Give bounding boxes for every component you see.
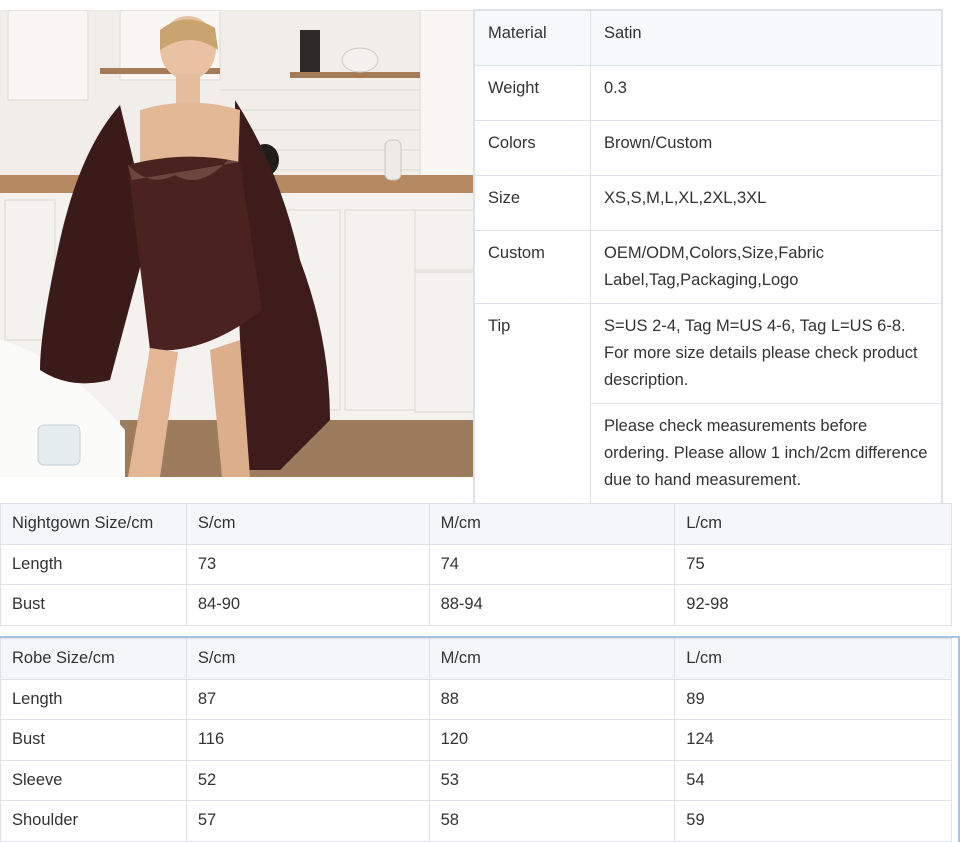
spec-value: Brown/Custom xyxy=(590,120,942,176)
table-cell: 84-90 xyxy=(185,584,430,626)
table-cell: 87 xyxy=(185,678,430,720)
column-header: S/cm xyxy=(185,503,430,545)
spec-value: OEM/ODM,Colors,Size,Fabric Label,Tag,Pac… xyxy=(590,230,942,304)
nightgown-size-table: Nightgown Size/cm S/cm M/cm L/cm Length … xyxy=(0,503,952,626)
spec-row-material: Material Satin xyxy=(474,10,942,66)
product-spec-table: Material Satin Weight 0.3 Colors Brown/C… xyxy=(474,10,942,504)
spec-value: Please check measurements before orderin… xyxy=(590,403,942,504)
spec-row-custom: Custom OEM/ODM,Colors,Size,Fabric Label,… xyxy=(474,230,942,304)
table-cell: 124 xyxy=(674,719,952,761)
row-label: Length xyxy=(0,543,187,585)
table-cell: 53 xyxy=(428,759,676,801)
spec-value: XS,S,M,L,XL,2XL,3XL xyxy=(590,175,942,231)
spec-row-colors: Colors Brown/Custom xyxy=(474,120,942,176)
spec-row-weight: Weight 0.3 xyxy=(474,65,942,121)
table-cell: 54 xyxy=(674,759,952,801)
robe-size-table: Robe Size/cm S/cm M/cm L/cm Length 87 88… xyxy=(0,638,952,842)
row-label: Shoulder xyxy=(0,800,187,842)
table-row: Shoulder 57 58 59 xyxy=(0,800,952,842)
row-label: Sleeve xyxy=(0,759,187,801)
spec-label: Size xyxy=(474,175,591,231)
spec-label: Weight xyxy=(474,65,591,121)
table-row: Bust 84-90 88-94 92-98 xyxy=(0,584,952,626)
spec-row-tip: Tip S=US 2-4, Tag M=US 4-6, Tag L=US 6-8… xyxy=(474,303,942,504)
product-photo xyxy=(0,10,474,477)
column-header: S/cm xyxy=(185,638,430,680)
table-row: Sleeve 52 53 54 xyxy=(0,759,952,801)
table-cell: 89 xyxy=(674,678,952,720)
product-top-section: Material Satin Weight 0.3 Colors Brown/C… xyxy=(0,0,960,504)
product-photo-illustration xyxy=(0,10,474,477)
table-header-row: Robe Size/cm S/cm M/cm L/cm xyxy=(0,638,952,680)
table-cell: 88 xyxy=(428,678,676,720)
spec-label: Custom xyxy=(474,230,591,304)
column-header: M/cm xyxy=(428,503,676,545)
spec-label: Colors xyxy=(474,120,591,176)
table-cell: 52 xyxy=(185,759,430,801)
column-header: Nightgown Size/cm xyxy=(0,503,187,545)
spec-value: Satin xyxy=(590,10,942,66)
spec-label: Material xyxy=(474,10,591,66)
row-label: Bust xyxy=(0,584,187,626)
spec-label: Tip xyxy=(474,303,591,504)
table-cell: 59 xyxy=(674,800,952,842)
table-cell: 74 xyxy=(428,543,676,585)
table-header-row: Nightgown Size/cm S/cm M/cm L/cm xyxy=(0,503,952,545)
table-cell: 57 xyxy=(185,800,430,842)
column-header: L/cm xyxy=(674,503,952,545)
table-row: Length 73 74 75 xyxy=(0,543,952,585)
table-row: Length 87 88 89 xyxy=(0,678,952,720)
table-cell: 116 xyxy=(185,719,430,761)
table-cell: 75 xyxy=(674,543,952,585)
table-cell: 73 xyxy=(185,543,430,585)
spec-value: 0.3 xyxy=(590,65,942,121)
column-header: M/cm xyxy=(428,638,676,680)
column-header: L/cm xyxy=(674,638,952,680)
column-header: Robe Size/cm xyxy=(0,638,187,680)
table-cell: 120 xyxy=(428,719,676,761)
row-label: Length xyxy=(0,678,187,720)
row-label: Bust xyxy=(0,719,187,761)
table-cell: 58 xyxy=(428,800,676,842)
spec-value: S=US 2-4, Tag M=US 4-6, Tag L=US 6-8. Fo… xyxy=(590,303,942,404)
table-row: Bust 116 120 124 xyxy=(0,719,952,761)
spec-row-size: Size XS,S,M,L,XL,2XL,3XL xyxy=(474,175,942,231)
table-cell: 92-98 xyxy=(674,584,952,626)
table-cell: 88-94 xyxy=(428,584,676,626)
